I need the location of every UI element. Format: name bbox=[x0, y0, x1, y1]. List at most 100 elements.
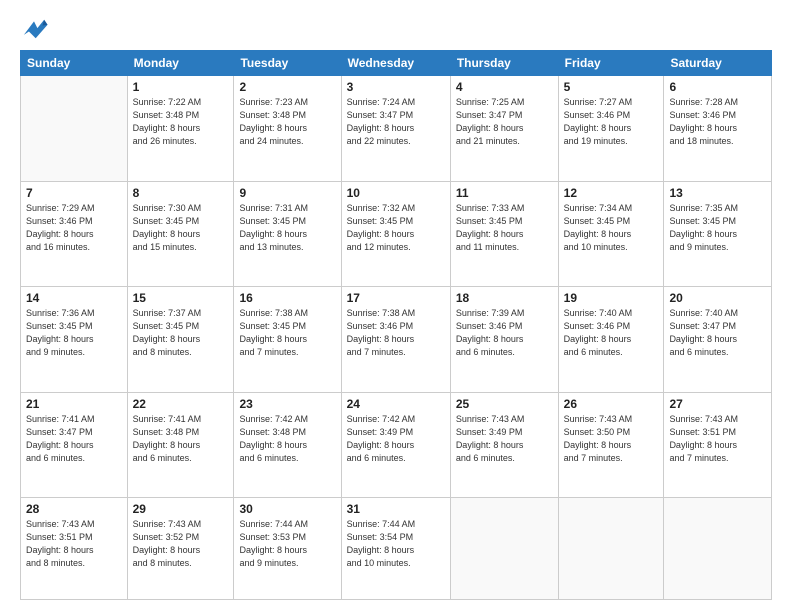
day-number: 26 bbox=[564, 397, 659, 411]
day-info: Sunrise: 7:37 AM Sunset: 3:45 PM Dayligh… bbox=[133, 307, 229, 359]
calendar-cell bbox=[558, 498, 664, 600]
page: SundayMondayTuesdayWednesdayThursdayFrid… bbox=[0, 0, 792, 612]
calendar-cell: 28 Sunrise: 7:43 AM Sunset: 3:51 PM Dayli… bbox=[21, 498, 128, 600]
calendar-cell: 14Sunrise: 7:36 AM Sunset: 3:45 PM Dayli… bbox=[21, 287, 128, 393]
day-number: 30 bbox=[239, 502, 335, 516]
calendar-cell: 19 Sunrise: 7:40 AM Sunset: 3:46 PM Dayli… bbox=[558, 287, 664, 393]
day-info: Sunrise: 7:32 AM Sunset: 3:45 PM Dayligh… bbox=[347, 202, 445, 254]
calendar-cell: 2Sunrise: 7:23 AM Sunset: 3:48 PM Daylig… bbox=[234, 76, 341, 182]
day-number: 28 bbox=[26, 502, 122, 516]
logo-icon bbox=[20, 18, 48, 40]
day-info: Sunrise: 7:43 AM Sunset: 3:49 PM Dayligh… bbox=[456, 413, 553, 465]
calendar-cell: 7 Sunrise: 7:29 AM Sunset: 3:46 PM Daylig… bbox=[21, 181, 128, 287]
header-cell-friday: Friday bbox=[558, 51, 664, 76]
day-number: 12 bbox=[564, 186, 659, 200]
calendar-cell: 6 Sunrise: 7:28 AM Sunset: 3:46 PM Daylig… bbox=[664, 76, 772, 182]
day-info: Sunrise: 7:22 AM Sunset: 3:48 PM Dayligh… bbox=[133, 96, 229, 148]
day-number: 13 bbox=[669, 186, 766, 200]
calendar-cell bbox=[664, 498, 772, 600]
day-number: 2 bbox=[239, 80, 335, 94]
day-number: 10 bbox=[347, 186, 445, 200]
header-row: SundayMondayTuesdayWednesdayThursdayFrid… bbox=[21, 51, 772, 76]
day-number: 6 bbox=[669, 80, 766, 94]
day-number: 18 bbox=[456, 291, 553, 305]
calendar-cell: 15 Sunrise: 7:37 AM Sunset: 3:45 PM Dayli… bbox=[127, 287, 234, 393]
calendar-cell bbox=[21, 76, 128, 182]
day-info: Sunrise: 7:24 AM Sunset: 3:47 PM Dayligh… bbox=[347, 96, 445, 148]
day-info: Sunrise: 7:34 AM Sunset: 3:45 PM Dayligh… bbox=[564, 202, 659, 254]
day-number: 16 bbox=[239, 291, 335, 305]
calendar-cell: 22Sunrise: 7:41 AM Sunset: 3:48 PM Dayli… bbox=[127, 392, 234, 498]
day-info: Sunrise: 7:43 AM Sunset: 3:50 PM Dayligh… bbox=[564, 413, 659, 465]
day-number: 21 bbox=[26, 397, 122, 411]
header-cell-monday: Monday bbox=[127, 51, 234, 76]
day-info: Sunrise: 7:27 AM Sunset: 3:46 PM Dayligh… bbox=[564, 96, 659, 148]
calendar-cell: 3Sunrise: 7:24 AM Sunset: 3:47 PM Daylig… bbox=[341, 76, 450, 182]
day-number: 8 bbox=[133, 186, 229, 200]
day-number: 22 bbox=[133, 397, 229, 411]
day-info: Sunrise: 7:39 AM Sunset: 3:46 PM Dayligh… bbox=[456, 307, 553, 359]
logo bbox=[20, 18, 52, 40]
day-info: Sunrise: 7:40 AM Sunset: 3:46 PM Dayligh… bbox=[564, 307, 659, 359]
calendar-cell: 5 Sunrise: 7:27 AM Sunset: 3:46 PM Daylig… bbox=[558, 76, 664, 182]
week-row-0: 1 Sunrise: 7:22 AM Sunset: 3:48 PM Daylig… bbox=[21, 76, 772, 182]
day-number: 29 bbox=[133, 502, 229, 516]
calendar-cell: 25 Sunrise: 7:43 AM Sunset: 3:49 PM Dayli… bbox=[450, 392, 558, 498]
calendar-cell: 26 Sunrise: 7:43 AM Sunset: 3:50 PM Dayli… bbox=[558, 392, 664, 498]
day-info: Sunrise: 7:30 AM Sunset: 3:45 PM Dayligh… bbox=[133, 202, 229, 254]
calendar-cell: 4Sunrise: 7:25 AM Sunset: 3:47 PM Daylig… bbox=[450, 76, 558, 182]
calendar-cell: 29 Sunrise: 7:43 AM Sunset: 3:52 PM Dayli… bbox=[127, 498, 234, 600]
calendar-cell: 16 Sunrise: 7:38 AM Sunset: 3:45 PM Dayli… bbox=[234, 287, 341, 393]
day-info: Sunrise: 7:38 AM Sunset: 3:45 PM Dayligh… bbox=[239, 307, 335, 359]
day-info: Sunrise: 7:36 AM Sunset: 3:45 PM Dayligh… bbox=[26, 307, 122, 359]
calendar-cell: 12 Sunrise: 7:34 AM Sunset: 3:45 PM Dayli… bbox=[558, 181, 664, 287]
day-info: Sunrise: 7:28 AM Sunset: 3:46 PM Dayligh… bbox=[669, 96, 766, 148]
calendar-cell: 11 Sunrise: 7:33 AM Sunset: 3:45 PM Dayli… bbox=[450, 181, 558, 287]
day-number: 9 bbox=[239, 186, 335, 200]
calendar-cell: 9 Sunrise: 7:31 AM Sunset: 3:45 PM Daylig… bbox=[234, 181, 341, 287]
day-info: Sunrise: 7:44 AM Sunset: 3:54 PM Dayligh… bbox=[347, 518, 445, 570]
day-number: 1 bbox=[133, 80, 229, 94]
day-number: 15 bbox=[133, 291, 229, 305]
header-cell-thursday: Thursday bbox=[450, 51, 558, 76]
header-cell-saturday: Saturday bbox=[664, 51, 772, 76]
calendar-cell: 13Sunrise: 7:35 AM Sunset: 3:45 PM Dayli… bbox=[664, 181, 772, 287]
calendar-cell: 27Sunrise: 7:43 AM Sunset: 3:51 PM Dayli… bbox=[664, 392, 772, 498]
day-number: 17 bbox=[347, 291, 445, 305]
week-row-2: 14Sunrise: 7:36 AM Sunset: 3:45 PM Dayli… bbox=[21, 287, 772, 393]
week-row-4: 28 Sunrise: 7:43 AM Sunset: 3:51 PM Dayli… bbox=[21, 498, 772, 600]
day-info: Sunrise: 7:43 AM Sunset: 3:52 PM Dayligh… bbox=[133, 518, 229, 570]
day-info: Sunrise: 7:29 AM Sunset: 3:46 PM Dayligh… bbox=[26, 202, 122, 254]
day-number: 5 bbox=[564, 80, 659, 94]
header-cell-tuesday: Tuesday bbox=[234, 51, 341, 76]
week-row-1: 7 Sunrise: 7:29 AM Sunset: 3:46 PM Daylig… bbox=[21, 181, 772, 287]
day-number: 19 bbox=[564, 291, 659, 305]
calendar-cell: 31 Sunrise: 7:44 AM Sunset: 3:54 PM Dayli… bbox=[341, 498, 450, 600]
day-info: Sunrise: 7:38 AM Sunset: 3:46 PM Dayligh… bbox=[347, 307, 445, 359]
day-number: 20 bbox=[669, 291, 766, 305]
day-info: Sunrise: 7:31 AM Sunset: 3:45 PM Dayligh… bbox=[239, 202, 335, 254]
calendar-cell: 23Sunrise: 7:42 AM Sunset: 3:48 PM Dayli… bbox=[234, 392, 341, 498]
day-info: Sunrise: 7:42 AM Sunset: 3:49 PM Dayligh… bbox=[347, 413, 445, 465]
day-number: 11 bbox=[456, 186, 553, 200]
calendar-cell: 10 Sunrise: 7:32 AM Sunset: 3:45 PM Dayli… bbox=[341, 181, 450, 287]
day-info: Sunrise: 7:25 AM Sunset: 3:47 PM Dayligh… bbox=[456, 96, 553, 148]
calendar-cell: 21Sunrise: 7:41 AM Sunset: 3:47 PM Dayli… bbox=[21, 392, 128, 498]
day-number: 7 bbox=[26, 186, 122, 200]
day-info: Sunrise: 7:43 AM Sunset: 3:51 PM Dayligh… bbox=[669, 413, 766, 465]
calendar-table: SundayMondayTuesdayWednesdayThursdayFrid… bbox=[20, 50, 772, 600]
calendar-header: SundayMondayTuesdayWednesdayThursdayFrid… bbox=[21, 51, 772, 76]
day-info: Sunrise: 7:42 AM Sunset: 3:48 PM Dayligh… bbox=[239, 413, 335, 465]
day-info: Sunrise: 7:43 AM Sunset: 3:51 PM Dayligh… bbox=[26, 518, 122, 570]
calendar-cell: 18 Sunrise: 7:39 AM Sunset: 3:46 PM Dayli… bbox=[450, 287, 558, 393]
calendar-cell: 20Sunrise: 7:40 AM Sunset: 3:47 PM Dayli… bbox=[664, 287, 772, 393]
day-number: 31 bbox=[347, 502, 445, 516]
day-number: 24 bbox=[347, 397, 445, 411]
week-row-3: 21Sunrise: 7:41 AM Sunset: 3:47 PM Dayli… bbox=[21, 392, 772, 498]
calendar-cell: 30Sunrise: 7:44 AM Sunset: 3:53 PM Dayli… bbox=[234, 498, 341, 600]
calendar-cell: 24 Sunrise: 7:42 AM Sunset: 3:49 PM Dayli… bbox=[341, 392, 450, 498]
calendar-cell bbox=[450, 498, 558, 600]
header-cell-wednesday: Wednesday bbox=[341, 51, 450, 76]
day-number: 25 bbox=[456, 397, 553, 411]
day-info: Sunrise: 7:33 AM Sunset: 3:45 PM Dayligh… bbox=[456, 202, 553, 254]
